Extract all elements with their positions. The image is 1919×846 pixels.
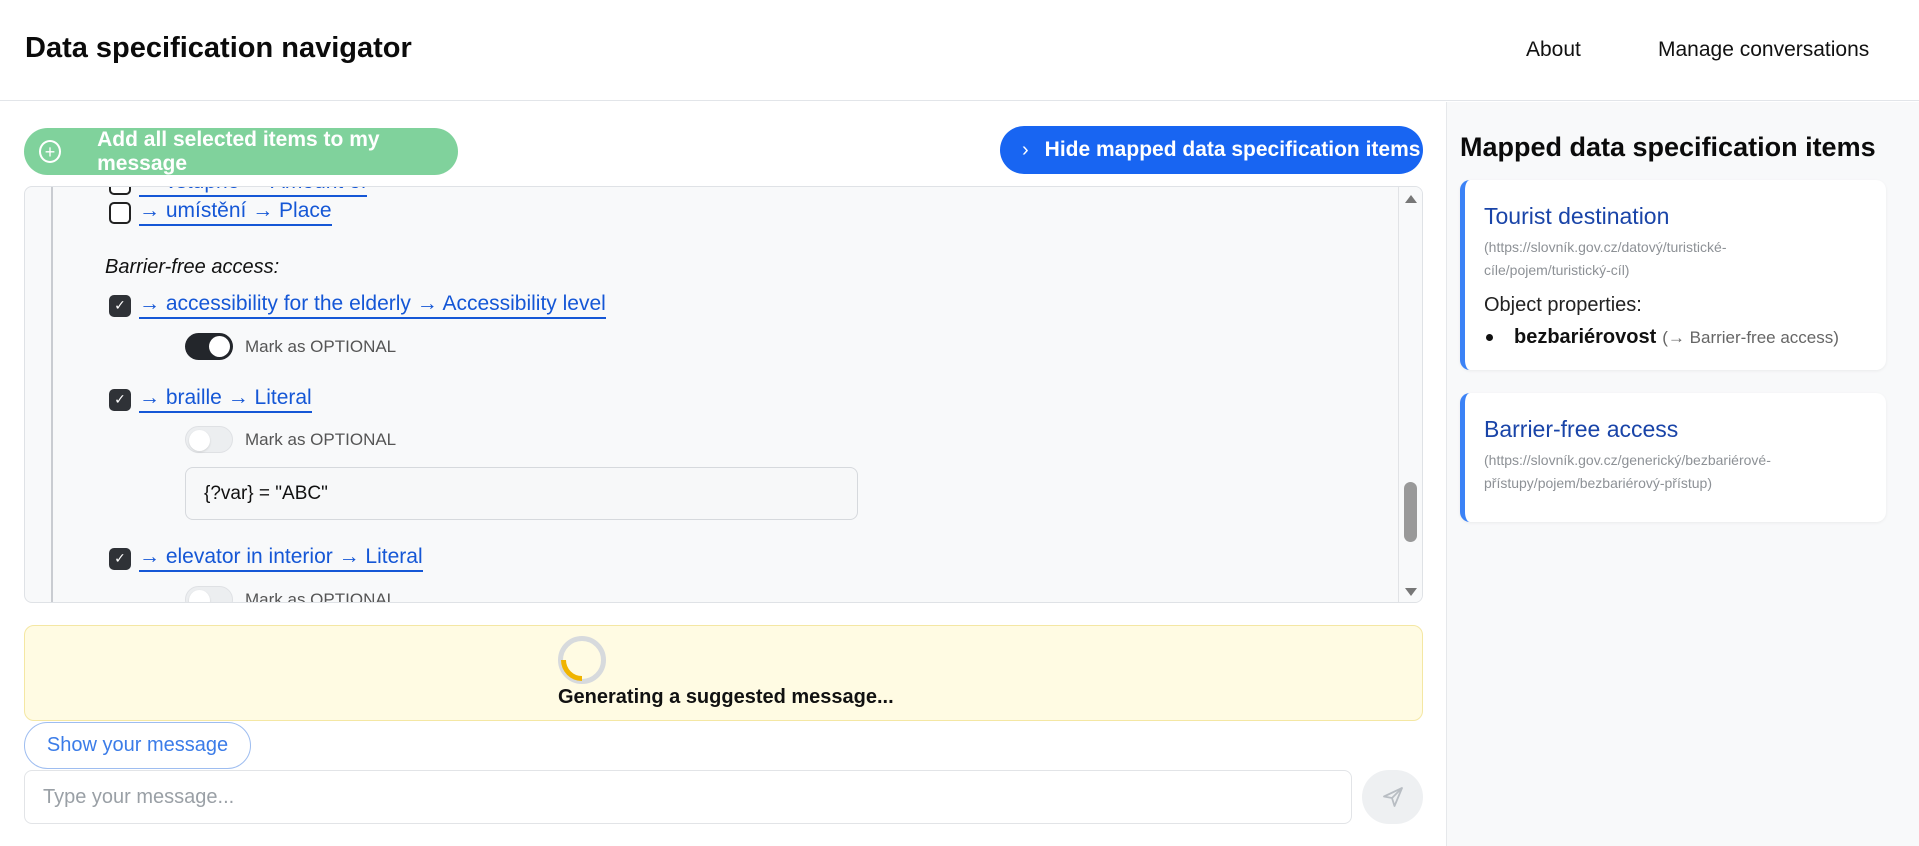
status-text: Generating a suggested message... <box>558 686 894 708</box>
scroll-up-arrow-icon[interactable] <box>1405 195 1417 203</box>
list-item-braille: ✓ → braille → Literal <box>109 386 312 413</box>
panel-scrollbar[interactable] <box>1398 187 1422 602</box>
list-item-elevator: ✓ → elevator in interior → Literal <box>109 545 423 572</box>
item-link-accessibility-elderly[interactable]: → accessibility for the elderly → Access… <box>139 292 606 319</box>
paper-plane-icon <box>1382 787 1403 807</box>
item-link-umisteni[interactable]: → umístění → Place <box>139 199 332 226</box>
mapped-items-sidebar: Mapped data specification items Tourist … <box>1446 102 1919 846</box>
check-icon: ✓ <box>114 391 126 407</box>
app-header: Data specification navigator About Manag… <box>0 0 1919 101</box>
bullet-icon <box>1486 334 1493 341</box>
item-link-elevator[interactable]: → elevator in interior → Literal <box>139 545 423 572</box>
scroll-down-arrow-icon[interactable] <box>1405 588 1417 596</box>
card-iri: (https://slovník.gov.cz/datový/turistick… <box>1484 239 1727 278</box>
app-title: Data specification navigator <box>25 32 412 64</box>
send-button[interactable] <box>1362 770 1423 824</box>
plus-circle-icon: + <box>39 140 62 163</box>
item-link-braille[interactable]: → braille → Literal <box>139 386 312 413</box>
item-checkbox-checked[interactable]: ✓ <box>109 388 131 411</box>
nav-manage-conversations-link[interactable]: Manage conversations <box>1658 38 1869 62</box>
list-item-umisteni: → umístění → Place <box>109 199 332 226</box>
optional-toggle-label: Mark as OPTIONAL <box>245 589 397 603</box>
optional-toggle-off[interactable] <box>185 586 233 602</box>
object-properties-heading: Object properties: <box>1484 294 1642 316</box>
filter-expression-field[interactable]: {?var} = "ABC" <box>185 467 858 520</box>
item-checkbox[interactable] <box>109 201 131 224</box>
optional-toggle-row: Mark as OPTIONAL <box>185 586 397 603</box>
list-item-partial: → vstupné → Amount of <box>109 187 367 197</box>
check-icon: ✓ <box>114 550 126 566</box>
mapped-item-card-barrier-free-access: Barrier-free access (https://slovník.gov… <box>1460 393 1886 522</box>
mapped-item-card-tourist-destination: Tourist destination (https://slovník.gov… <box>1460 180 1886 370</box>
data-specification-items-panel[interactable]: → vstupné → Amount of → umístění → Place… <box>24 186 1423 603</box>
show-your-message-button[interactable]: Show your message <box>24 722 251 769</box>
optional-toggle-label: Mark as OPTIONAL <box>245 336 397 356</box>
sidebar-title: Mapped data specification items <box>1460 132 1876 162</box>
items-list: → vstupné → Amount of → umístění → Place… <box>51 187 1401 603</box>
property-name: bezbariérovost <box>1514 326 1657 348</box>
chevron-right-icon: › <box>1022 138 1029 161</box>
hide-mapped-items-label: Hide mapped data specification items <box>1044 138 1421 161</box>
optional-toggle-row: Mark as OPTIONAL <box>185 426 396 453</box>
section-title-barrier-free-access: Barrier-free access: <box>105 256 280 278</box>
item-link[interactable]: → vstupné → Amount of <box>139 187 367 197</box>
add-selected-items-button[interactable]: + Add all selected items to my message <box>24 128 458 175</box>
card-title-link[interactable]: Barrier-free access <box>1484 416 1678 443</box>
optional-toggle-label: Mark as OPTIONAL <box>245 429 397 449</box>
message-input[interactable] <box>24 770 1352 824</box>
card-title-link[interactable]: Tourist destination <box>1484 203 1669 230</box>
item-checkbox[interactable] <box>109 187 131 195</box>
item-checkbox-checked[interactable]: ✓ <box>109 547 131 570</box>
object-property-item: bezbariérovost (→ Barrier-free access) <box>1484 326 1839 349</box>
card-iri: (https://slovník.gov.cz/generický/bezbar… <box>1484 452 1771 491</box>
optional-toggle-row: Mark as OPTIONAL <box>185 333 396 360</box>
nav-about-link[interactable]: About <box>1526 38 1581 62</box>
check-icon: ✓ <box>114 297 126 313</box>
property-range: (→ Barrier-free access) <box>1662 327 1839 347</box>
add-selected-items-label: Add all selected items to my message <box>97 127 380 175</box>
hide-mapped-items-button[interactable]: › Hide mapped data specification items <box>1000 126 1423 174</box>
item-checkbox-checked[interactable]: ✓ <box>109 294 131 317</box>
generating-status-banner: Generating a suggested message... <box>24 625 1423 721</box>
optional-toggle-on[interactable] <box>185 333 233 360</box>
optional-toggle-off[interactable] <box>185 426 233 453</box>
list-item-accessibility-elderly: ✓ → accessibility for the elderly → Acce… <box>109 292 606 319</box>
conversation-pane: + Add all selected items to my message ›… <box>0 102 1446 846</box>
scroll-thumb[interactable] <box>1404 482 1417 542</box>
spinner-arc <box>561 659 583 681</box>
